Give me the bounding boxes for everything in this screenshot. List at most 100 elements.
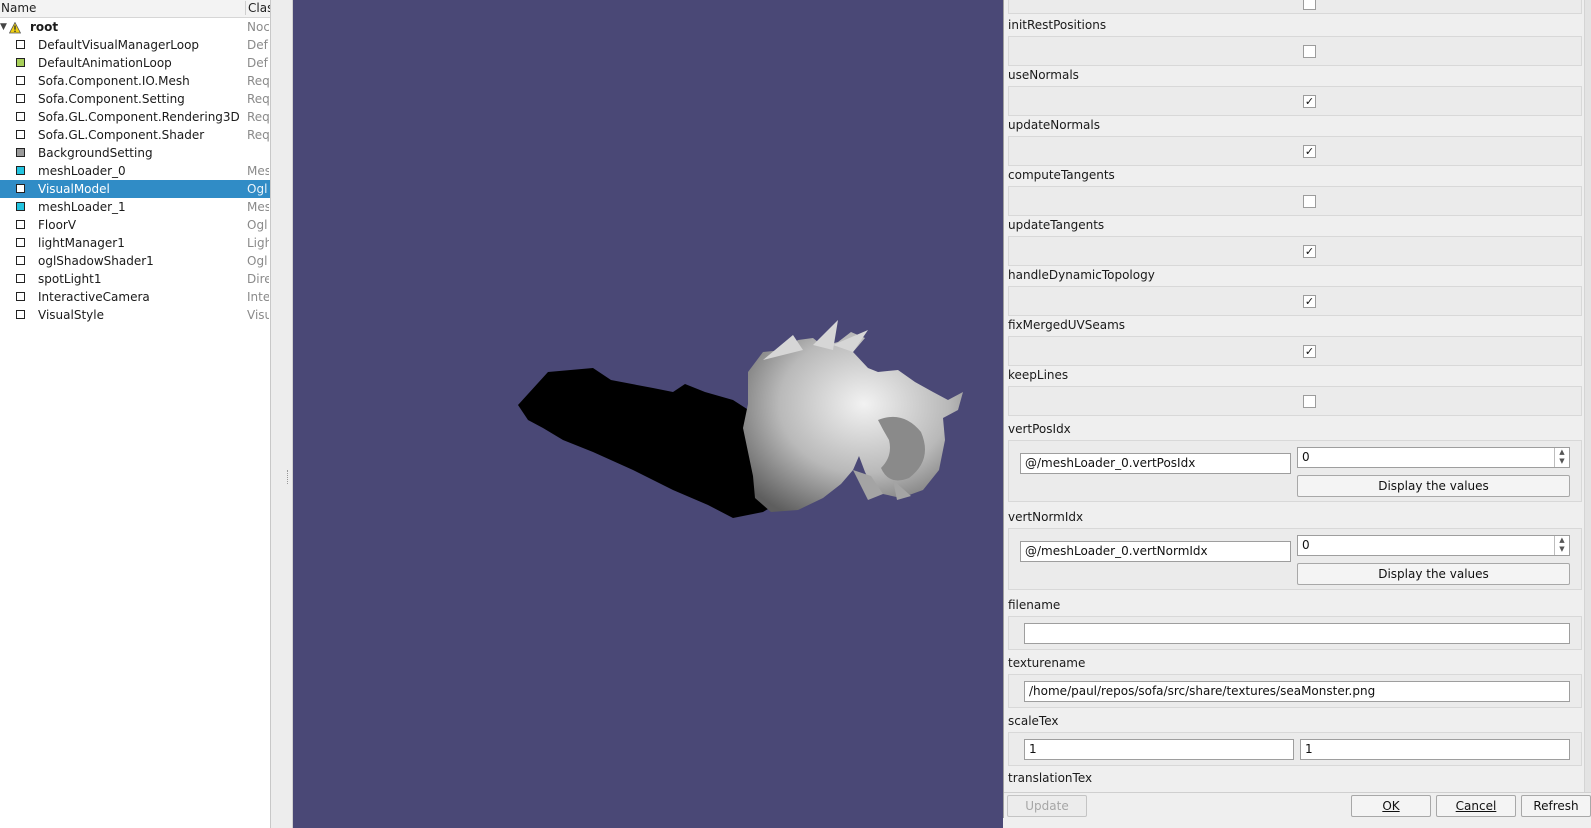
tree-node-row[interactable]: meshLoader_1 Mes bbox=[0, 198, 270, 216]
panel-splitter[interactable] bbox=[271, 0, 293, 828]
tree-node-label: FloorV bbox=[38, 218, 77, 232]
property-box bbox=[1008, 386, 1582, 416]
property-checkbox[interactable] bbox=[1303, 45, 1316, 58]
vertposidx-box: @/meshLoader_0.vertPosIdx 0 ▲ ▼ Display t… bbox=[1008, 440, 1582, 502]
component-square-icon bbox=[16, 40, 25, 49]
refresh-button[interactable]: Refresh bbox=[1521, 795, 1591, 817]
tree-node-row[interactable]: InteractiveCamera Inte bbox=[0, 288, 270, 306]
property-box: ✓ bbox=[1008, 86, 1582, 116]
tree-root-row[interactable]: ▼ root Noc bbox=[0, 18, 270, 36]
property-checkbox[interactable]: ✓ bbox=[1303, 345, 1316, 358]
tree-node-row[interactable]: VisualModel Ogl bbox=[0, 180, 270, 198]
scaletex-box: 1 1 bbox=[1008, 732, 1582, 766]
dragon-model bbox=[743, 320, 963, 512]
texturename-label: texturename bbox=[1008, 656, 1086, 670]
tree-header: Name Clas bbox=[0, 0, 270, 18]
filename-box bbox=[1008, 616, 1582, 650]
tree-node-row[interactable]: lightManager1 Ligh bbox=[0, 234, 270, 252]
tree-node-row[interactable]: VisualStyle Visu bbox=[0, 306, 270, 324]
update-button[interactable]: Update bbox=[1007, 795, 1087, 817]
name-column-header[interactable]: Name bbox=[1, 1, 36, 15]
vertposidx-display-button[interactable]: Display the values bbox=[1297, 475, 1570, 497]
dialog-button-bar: Update OK Cancel Refresh bbox=[1004, 792, 1591, 819]
component-square-icon bbox=[16, 130, 25, 139]
property-checkbox[interactable] bbox=[1303, 195, 1316, 208]
property-checkbox[interactable]: ✓ bbox=[1303, 295, 1316, 308]
tree-node-class: Req bbox=[247, 74, 269, 88]
scaletex-y-input[interactable]: 1 bbox=[1300, 739, 1570, 760]
tree-node-label: oglShadowShader1 bbox=[38, 254, 154, 268]
scaletex-x-input[interactable]: 1 bbox=[1024, 739, 1294, 760]
vertposidx-count-value: 0 bbox=[1302, 450, 1310, 464]
component-square-icon bbox=[16, 76, 25, 85]
tree-node-class: Dire bbox=[247, 272, 269, 286]
tree-node-class: Inte bbox=[247, 290, 269, 304]
property-box: ✓ bbox=[1008, 336, 1582, 366]
tree-root-class: Noc bbox=[247, 20, 269, 34]
tree-node-class: Ligh bbox=[247, 236, 269, 250]
3d-viewport[interactable] bbox=[293, 0, 1003, 828]
component-square-icon bbox=[16, 58, 25, 67]
tree-node-row[interactable]: Sofa.Component.IO.Mesh Req bbox=[0, 72, 270, 90]
tree-node-row[interactable]: BackgroundSetting bbox=[0, 144, 270, 162]
scene-graph-tree[interactable]: Name Clas ▼ root Noc DefaultVisualManage… bbox=[0, 0, 271, 828]
tree-node-label: DefaultAnimationLoop bbox=[38, 56, 172, 70]
tree-node-class: Req bbox=[247, 92, 269, 106]
vertnormidx-count-value: 0 bbox=[1302, 538, 1310, 552]
previous-checkbox[interactable] bbox=[1303, 0, 1316, 10]
tree-node-row[interactable]: DefaultVisualManagerLoop Def bbox=[0, 36, 270, 54]
tree-node-row[interactable]: Sofa.GL.Component.Rendering3D Req bbox=[0, 108, 270, 126]
ok-button[interactable]: OK bbox=[1351, 795, 1431, 817]
property-dialog: initRestPositions useNormals ✓ updateNormal… bbox=[1003, 0, 1591, 819]
property-box bbox=[1008, 186, 1582, 216]
tree-root-label: root bbox=[30, 20, 59, 34]
scaletex-label: scaleTex bbox=[1008, 714, 1059, 728]
component-square-icon bbox=[16, 112, 25, 121]
tree-node-row[interactable]: DefaultAnimationLoop Def bbox=[0, 54, 270, 72]
property-fields[interactable]: initRestPositions useNormals ✓ updateNormal… bbox=[1004, 0, 1584, 792]
tree-node-list: DefaultVisualManagerLoop Def DefaultAnimat… bbox=[0, 36, 270, 324]
tree-node-row[interactable]: meshLoader_0 Mes bbox=[0, 162, 270, 180]
tree-node-label: meshLoader_0 bbox=[38, 164, 126, 178]
class-column-header[interactable]: Clas bbox=[245, 1, 270, 15]
spin-arrows-icon[interactable]: ▲ ▼ bbox=[1554, 448, 1569, 467]
collapse-arrow-icon[interactable]: ▼ bbox=[0, 18, 7, 36]
property-label: updateNormals bbox=[1008, 118, 1100, 132]
property-box: ✓ bbox=[1008, 236, 1582, 266]
vertnormidx-link-input[interactable]: @/meshLoader_0.vertNormIdx bbox=[1020, 541, 1291, 562]
vertnormidx-count-spinbox[interactable]: 0 ▲ ▼ bbox=[1297, 535, 1570, 556]
vertposidx-link-input[interactable]: @/meshLoader_0.vertPosIdx bbox=[1020, 453, 1291, 474]
property-box: ✓ bbox=[1008, 136, 1582, 166]
tree-node-label: DefaultVisualManagerLoop bbox=[38, 38, 200, 52]
vertnormidx-display-button[interactable]: Display the values bbox=[1297, 563, 1570, 585]
spin-arrows-icon[interactable]: ▲ ▼ bbox=[1554, 536, 1569, 555]
tree-node-row[interactable]: Sofa.GL.Component.Shader Req bbox=[0, 126, 270, 144]
texturename-input[interactable]: /home/paul/repos/sofa/src/share/textures… bbox=[1024, 681, 1570, 702]
property-scrollbar[interactable] bbox=[1584, 0, 1591, 792]
property-label: updateTangents bbox=[1008, 218, 1105, 232]
component-square-icon bbox=[16, 256, 25, 265]
tree-node-row[interactable]: oglShadowShader1 Ogl bbox=[0, 252, 270, 270]
tree-node-class: Def bbox=[247, 38, 268, 52]
vertposidx-label: vertPosIdx bbox=[1008, 422, 1071, 436]
tree-node-row[interactable]: Sofa.Component.Setting Req bbox=[0, 90, 270, 108]
cancel-button[interactable]: Cancel bbox=[1436, 795, 1516, 817]
tree-node-label: VisualStyle bbox=[38, 308, 104, 322]
previous-property-box bbox=[1008, 0, 1582, 14]
tree-node-class: Visu bbox=[247, 308, 269, 322]
filename-input[interactable] bbox=[1024, 623, 1570, 644]
tree-node-row[interactable]: FloorV Ogl bbox=[0, 216, 270, 234]
vertposidx-count-spinbox[interactable]: 0 ▲ ▼ bbox=[1297, 447, 1570, 468]
property-label: keepLines bbox=[1008, 368, 1069, 382]
property-checkbox[interactable]: ✓ bbox=[1303, 95, 1316, 108]
property-label: computeTangents bbox=[1008, 168, 1115, 182]
property-checkbox[interactable] bbox=[1303, 395, 1316, 408]
splitter-grip-icon[interactable] bbox=[287, 470, 290, 484]
property-checkbox[interactable]: ✓ bbox=[1303, 145, 1316, 158]
tree-node-row[interactable]: spotLight1 Dire bbox=[0, 270, 270, 288]
component-square-icon bbox=[16, 184, 25, 193]
component-square-icon bbox=[16, 274, 25, 283]
tree-node-class: Def bbox=[247, 56, 268, 70]
tree-node-class: Req bbox=[247, 128, 269, 142]
property-checkbox[interactable]: ✓ bbox=[1303, 245, 1316, 258]
